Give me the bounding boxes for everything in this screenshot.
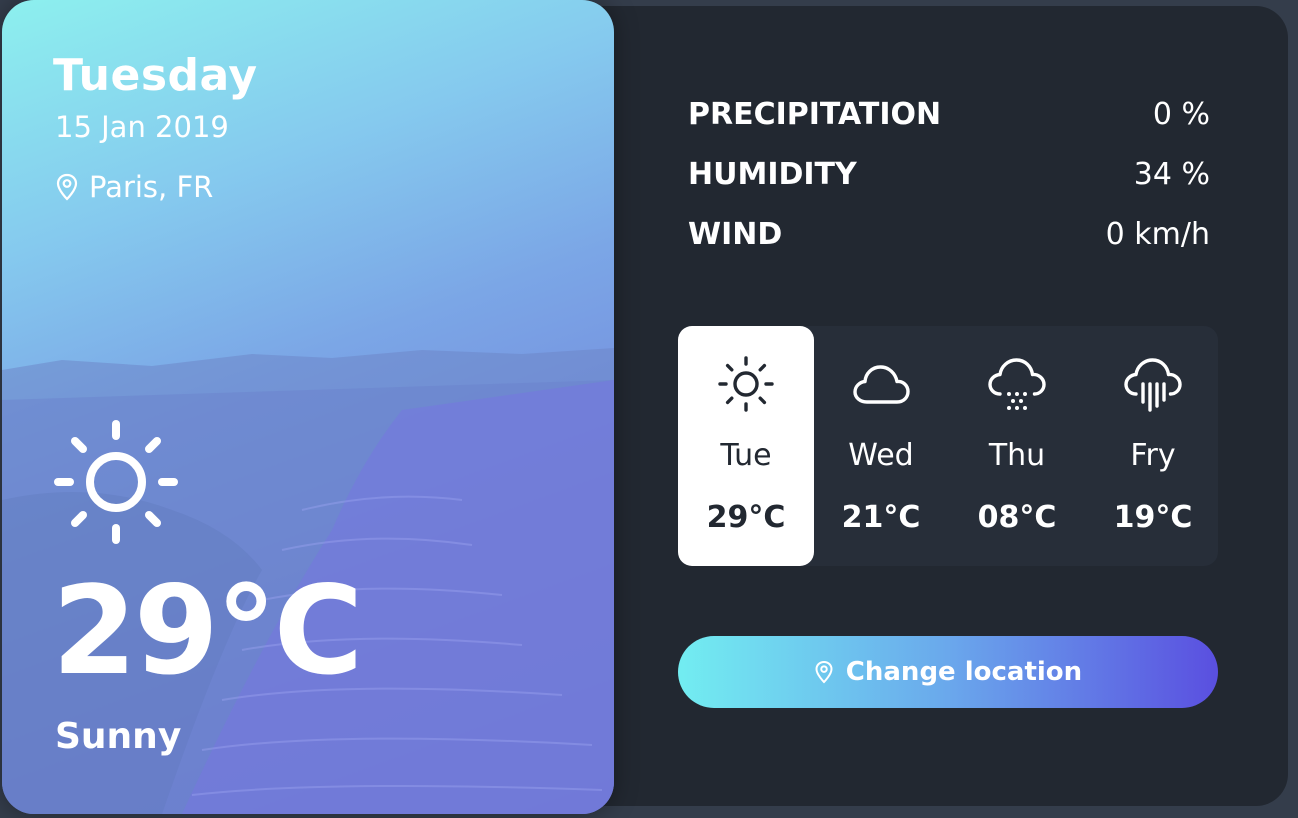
stat-label: PRECIPITATION xyxy=(688,96,942,132)
forecast-day-wed[interactable]: Wed 21°C xyxy=(813,326,949,566)
forecast-day-fry[interactable]: Fry 19°C xyxy=(1085,326,1221,566)
forecast-temp: 19°C xyxy=(1113,500,1193,535)
day-name: Tuesday xyxy=(53,50,258,101)
stat-value: 34 % xyxy=(1133,156,1210,192)
change-location-button[interactable]: Change location xyxy=(678,636,1218,708)
weather-stats: PRECIPITATION 0 % HUMIDITY 34 % WIND 0 k… xyxy=(688,84,1210,264)
forecast-day-label: Wed xyxy=(848,438,914,473)
stat-label: WIND xyxy=(688,216,783,252)
location-label: Paris, FR xyxy=(89,170,214,204)
week-forecast: Tue 29°C Wed 21°C Thu 08°C Fry 19°C xyxy=(678,326,1218,566)
today-weather-card: Tuesday 15 Jan 2019 Paris, FR 29°C Sunny xyxy=(2,0,614,814)
map-pin-icon xyxy=(56,173,78,201)
cloud-icon xyxy=(853,365,910,404)
change-location-label: Change location xyxy=(845,657,1083,687)
forecast-day-label: Tue xyxy=(720,438,772,473)
current-temperature: 29°C xyxy=(52,560,363,702)
forecast-day-label: Fry xyxy=(1130,438,1176,473)
date: 15 Jan 2019 xyxy=(55,110,229,144)
forecast-day-thu[interactable]: Thu 08°C xyxy=(949,326,1085,566)
forecast-day-tue[interactable]: Tue 29°C xyxy=(678,326,814,566)
forecast-day-label: Thu xyxy=(988,438,1046,473)
forecast-temp: 29°C xyxy=(706,500,786,535)
cloud-rain-icon xyxy=(1124,358,1182,412)
stat-label: HUMIDITY xyxy=(688,156,857,192)
stat-value: 0 % xyxy=(1152,96,1210,132)
sun-icon xyxy=(718,356,774,412)
stat-wind: WIND 0 km/h xyxy=(688,204,1210,264)
stat-humidity: HUMIDITY 34 % xyxy=(688,144,1210,204)
forecast-temp: 08°C xyxy=(977,500,1057,535)
stat-value: 0 km/h xyxy=(1105,216,1210,252)
sun-icon xyxy=(54,420,178,544)
weather-condition: Sunny xyxy=(55,716,182,757)
stat-precipitation: PRECIPITATION 0 % xyxy=(688,84,1210,144)
location: Paris, FR xyxy=(55,170,213,204)
cloud-snow-icon xyxy=(988,358,1046,410)
map-pin-icon xyxy=(815,660,833,684)
forecast-temp: 21°C xyxy=(841,500,921,535)
